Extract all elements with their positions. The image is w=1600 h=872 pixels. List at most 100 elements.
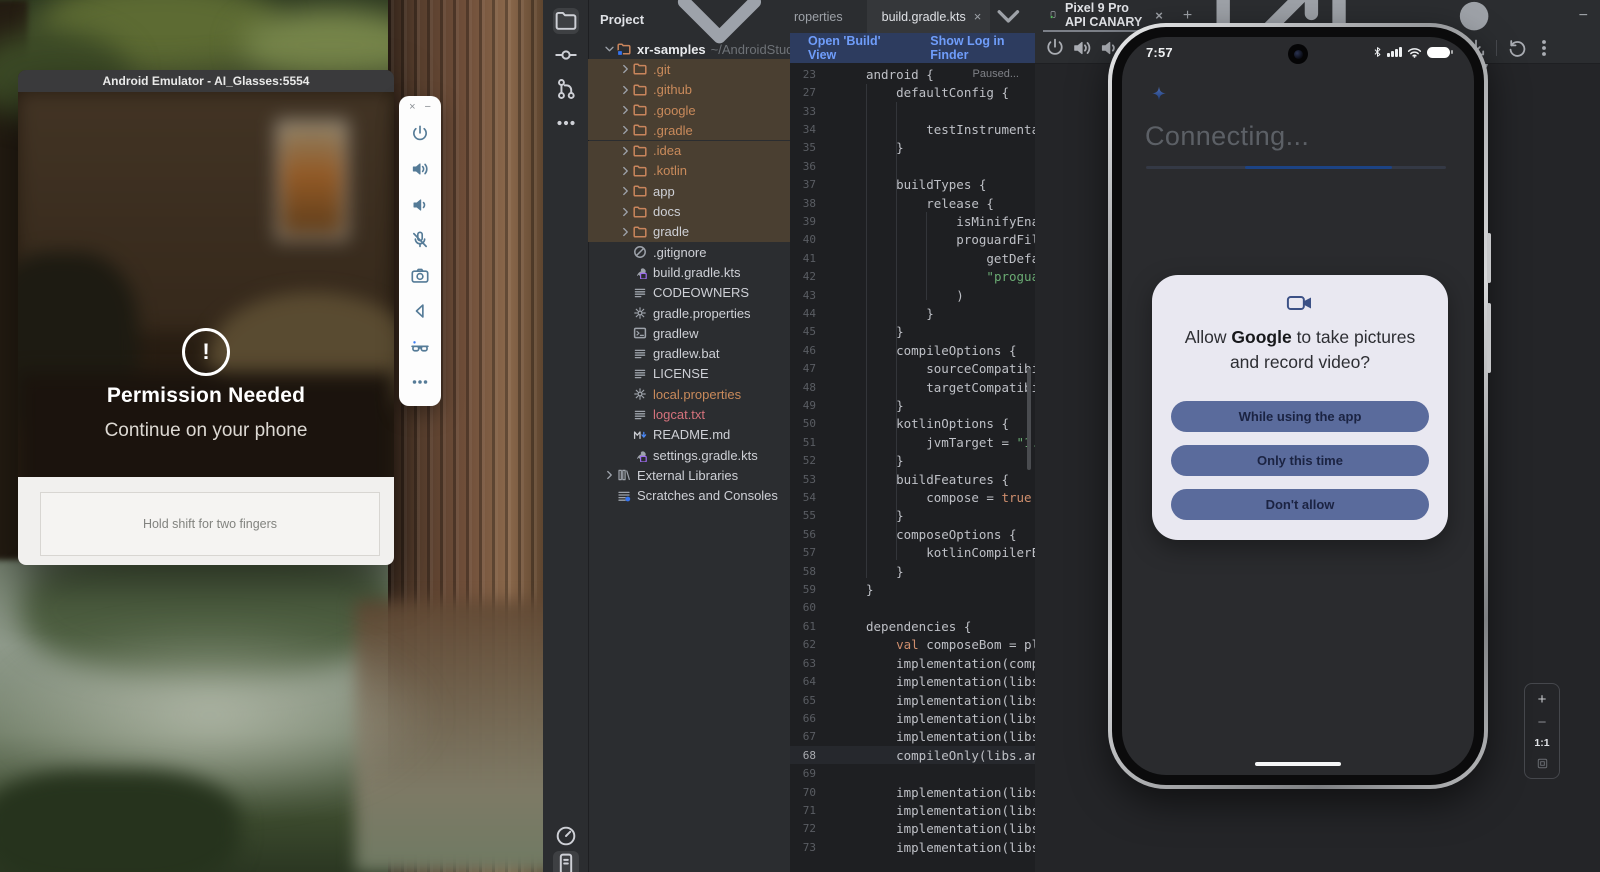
tree-item-gradlew[interactable]: gradlew xyxy=(588,323,790,343)
chevron-right-icon[interactable] xyxy=(618,123,633,137)
code-line-66[interactable]: 66 implementation(libs.andr xyxy=(790,709,1035,727)
code-line-64[interactable]: 64 implementation(libs.andr xyxy=(790,672,1035,690)
chevron-right-icon[interactable] xyxy=(618,62,633,76)
zoom-out-button[interactable]: − xyxy=(1538,715,1547,730)
tree-item-gradle-properties[interactable]: gradle.properties xyxy=(588,303,790,323)
tab-build-gradle-kts[interactable]: build.gradle.kts × xyxy=(867,0,991,33)
snapshots-icon[interactable] xyxy=(1505,36,1529,60)
code-line-34[interactable]: 34 testInstrumentationR xyxy=(790,120,1035,138)
glasses-window-title[interactable]: Android Emulator - AI_Glasses:5554 xyxy=(18,70,394,92)
code-line-72[interactable]: 72 implementation(libs.andr xyxy=(790,820,1035,838)
code-line-63[interactable]: 63 implementation(composeBo xyxy=(790,654,1035,672)
tree-item-git[interactable]: .git xyxy=(588,59,790,79)
chevron-down-icon[interactable] xyxy=(602,42,617,56)
volume-up-icon[interactable] xyxy=(1070,36,1094,60)
code-line-49[interactable]: 49 } xyxy=(790,396,1035,414)
code-line-65[interactable]: 65 implementation(libs.andr xyxy=(790,691,1035,709)
show-log-in-finder-link[interactable]: Show Log in Finder xyxy=(930,34,1035,62)
code-line-69[interactable]: 69 xyxy=(790,764,1035,782)
strip-project-icon[interactable] xyxy=(553,8,579,34)
code-line-57[interactable]: 57 kotlinCompilerExtens xyxy=(790,544,1035,562)
tree-item-xr-samples[interactable]: xr-samples~/AndroidStudioProj xyxy=(588,39,790,59)
code-line-71[interactable]: 71 implementation(libs.andr xyxy=(790,801,1035,819)
code-line-45[interactable]: 45 } xyxy=(790,323,1035,341)
code-line-62[interactable]: 62 val composeBom = platfor xyxy=(790,636,1035,654)
code-line-60[interactable]: 60 xyxy=(790,599,1035,617)
hide-panel-icon[interactable]: − xyxy=(1579,7,1588,25)
code-line-70[interactable]: 70 implementation(libs.mate xyxy=(790,783,1035,801)
code-line-48[interactable]: 48 targetCompatibility xyxy=(790,378,1035,396)
code-line-35[interactable]: 35 } xyxy=(790,139,1035,157)
code-line-40[interactable]: 40 proguardFiles( xyxy=(790,231,1035,249)
code-line-68[interactable]: 68 compileOnly(libs.android xyxy=(790,746,1035,764)
tree-item-settings-gradle-kts[interactable]: settings.gradle.kts xyxy=(588,445,790,465)
code-line-50[interactable]: 50 kotlinOptions { xyxy=(790,415,1035,433)
tree-item-docs[interactable]: docs xyxy=(588,201,790,221)
code-line-58[interactable]: 58 } xyxy=(790,562,1035,580)
chevron-right-icon[interactable] xyxy=(618,83,633,97)
code-line-67[interactable]: 67 implementation(libs.kotl xyxy=(790,728,1035,746)
tree-item-external-libraries[interactable]: External Libraries xyxy=(588,465,790,485)
tree-item-codeowners[interactable]: CODEOWNERS xyxy=(588,283,790,303)
tree-item-idea[interactable]: .idea xyxy=(588,141,790,161)
glasses-icon[interactable] xyxy=(409,336,431,358)
permission-button-don-t-allow[interactable]: Don't allow xyxy=(1171,489,1429,520)
camera-icon[interactable] xyxy=(409,265,431,287)
code-line-33[interactable]: 33 xyxy=(790,102,1035,120)
zoom-in-button[interactable]: + xyxy=(1538,692,1547,707)
tree-item-gradlew-bat[interactable]: gradlew.bat xyxy=(588,344,790,364)
editor-scrollbar[interactable] xyxy=(1027,368,1031,470)
glasses-emulator-screen[interactable]: ! Permission Needed Continue on your pho… xyxy=(18,92,394,477)
code-line-52[interactable]: 52 } xyxy=(790,452,1035,470)
zoom-scale-label[interactable]: 1:1 xyxy=(1534,737,1549,749)
mic-off-icon[interactable] xyxy=(409,229,431,251)
device-tab-close-icon[interactable]: × xyxy=(1155,8,1163,23)
tree-item-readme-md[interactable]: README.md xyxy=(588,425,790,445)
tab-list-chevron-icon[interactable] xyxy=(990,0,1027,33)
chevron-right-icon[interactable] xyxy=(618,184,633,198)
volume-down-icon[interactable] xyxy=(409,194,431,216)
tree-item-kotlin[interactable]: .kotlin xyxy=(588,161,790,181)
code-line-46[interactable]: 46 compileOptions { xyxy=(790,341,1035,359)
permission-button-while-using-the-app[interactable]: While using the app xyxy=(1171,401,1429,432)
permission-button-only-this-time[interactable]: Only this time xyxy=(1171,445,1429,476)
phone-screen[interactable]: 7:57 Connecting... xyxy=(1122,37,1474,775)
chevron-right-icon[interactable] xyxy=(618,144,633,158)
tree-item-logcat-txt[interactable]: logcat.txt xyxy=(588,404,790,424)
open-build-view-link[interactable]: Open 'Build' View xyxy=(808,34,902,62)
strip-logcat-device-icon[interactable] xyxy=(553,851,579,872)
code-editor[interactable]: roperties build.gradle.kts × Open 'Build… xyxy=(790,0,1035,872)
back-icon[interactable] xyxy=(409,300,431,322)
code-line-54[interactable]: 54 compose = true xyxy=(790,488,1035,506)
more-v-icon[interactable] xyxy=(1532,36,1556,60)
chevron-right-icon[interactable] xyxy=(618,225,633,239)
code-line-42[interactable]: 42 "proguard-ru xyxy=(790,267,1035,285)
code-line-73[interactable]: 73 implementation(libs.andr xyxy=(790,838,1035,856)
tree-item-build-gradle-kts[interactable]: build.gradle.kts xyxy=(588,262,790,282)
tree-item-google[interactable]: .google xyxy=(588,100,790,120)
code-line-36[interactable]: 36 xyxy=(790,157,1035,175)
tree-item-gradle[interactable]: gradle xyxy=(588,222,790,242)
code-lines[interactable]: 23android {Paused...27 defaultConfig {33… xyxy=(790,65,1035,856)
tab-gradle-properties[interactable]: roperties xyxy=(790,0,853,33)
tab-close-icon[interactable]: × xyxy=(974,9,982,24)
more-h-icon[interactable] xyxy=(409,371,431,393)
chevron-right-icon[interactable] xyxy=(618,103,633,117)
strip-commit-icon[interactable] xyxy=(553,42,579,68)
code-line-55[interactable]: 55 } xyxy=(790,507,1035,525)
code-line-61[interactable]: 61dependencies { xyxy=(790,617,1035,635)
tree-item-license[interactable]: LICENSE xyxy=(588,364,790,384)
code-line-23[interactable]: 23android {Paused... xyxy=(790,65,1035,83)
home-indicator[interactable] xyxy=(1255,762,1341,766)
chevron-right-icon[interactable] xyxy=(618,205,633,219)
chevron-right-icon[interactable] xyxy=(618,164,633,178)
strip-profiler-icon[interactable] xyxy=(553,823,579,849)
tree-item-github[interactable]: .github xyxy=(588,80,790,100)
strip-branch-icon[interactable] xyxy=(553,76,579,102)
tree-item-gradle[interactable]: .gradle xyxy=(588,120,790,140)
chevron-right-icon[interactable] xyxy=(602,468,617,482)
tree-item-gitignore[interactable]: .gitignore xyxy=(588,242,790,262)
code-line-53[interactable]: 53 buildFeatures { xyxy=(790,470,1035,488)
code-line-56[interactable]: 56 composeOptions { xyxy=(790,525,1035,543)
code-line-41[interactable]: 41 getDefaultPr xyxy=(790,249,1035,267)
